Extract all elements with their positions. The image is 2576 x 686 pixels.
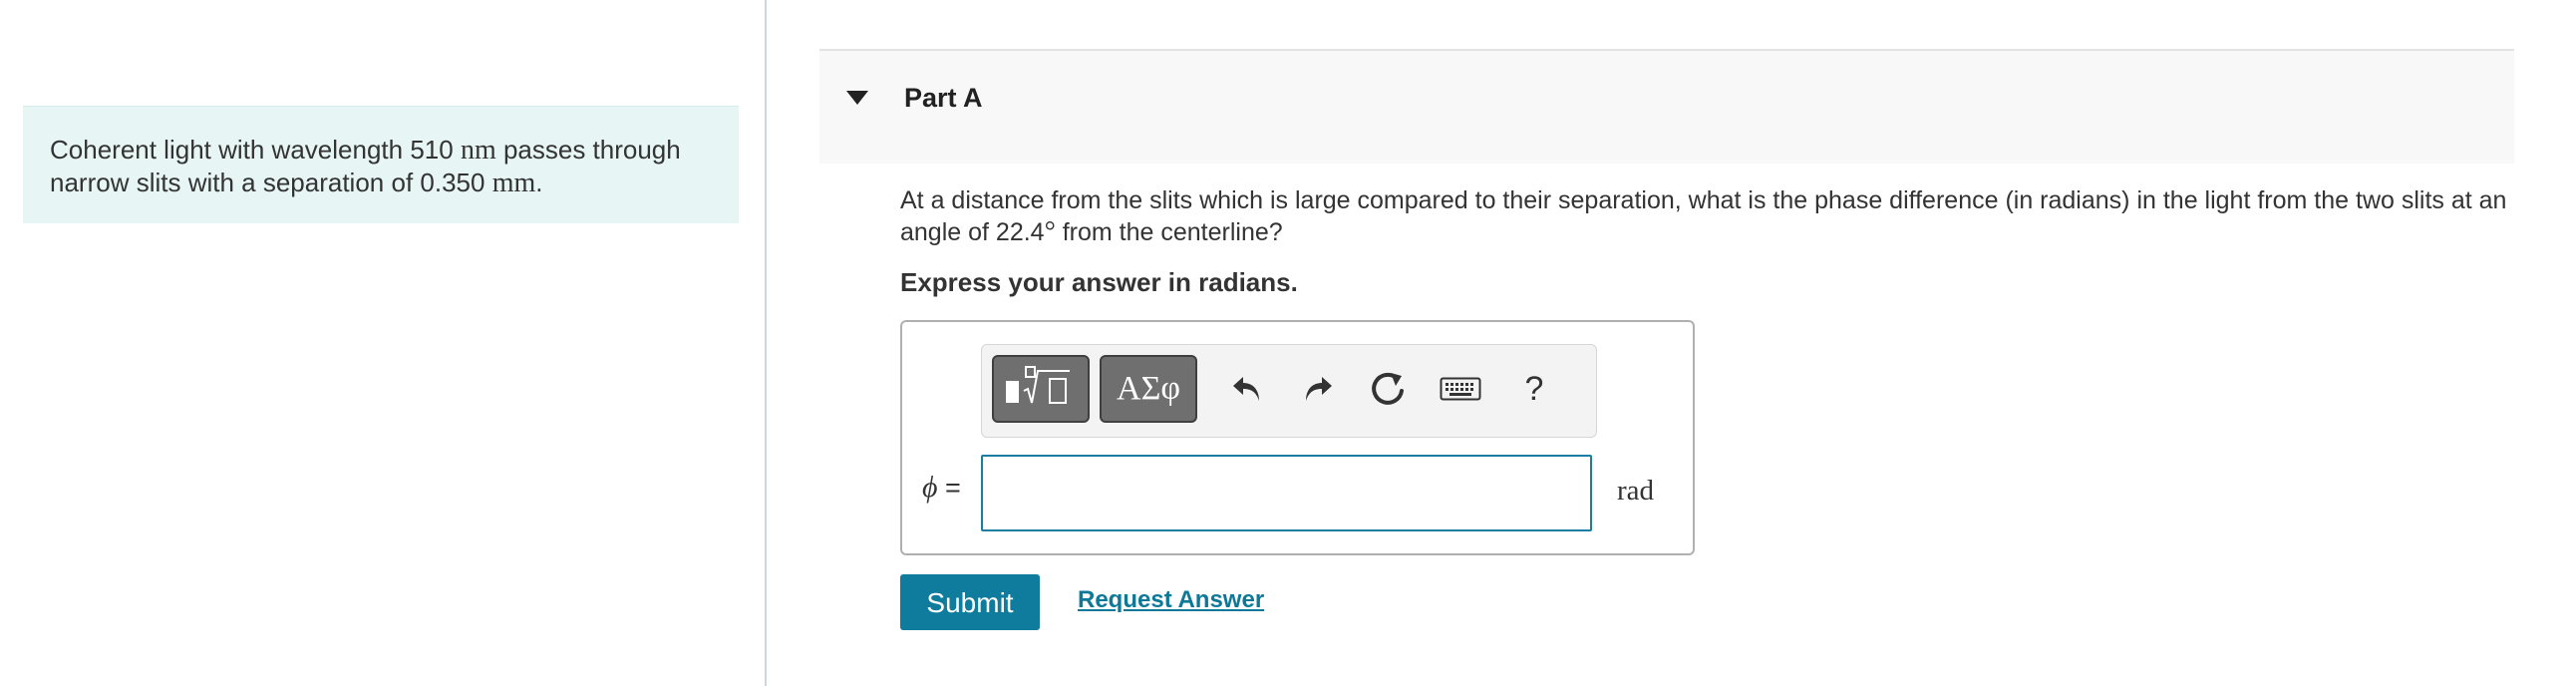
unit-label: rad	[1617, 475, 1655, 507]
question-text-2: from the centerline?	[1055, 218, 1283, 246]
wavelength-unit: nm	[460, 135, 496, 166]
problem-page: Coherent light with wavelength 510 nm pa…	[0, 0, 2576, 686]
intro-text-end: .	[535, 168, 543, 197]
undo-icon	[1233, 377, 1259, 401]
part-title: Part A	[904, 83, 983, 113]
submit-button[interactable]: Submit	[900, 574, 1040, 630]
answer-label: ϕ =	[922, 471, 961, 505]
equals-sign: =	[937, 473, 961, 503]
request-answer-link[interactable]: Request Answer	[1078, 586, 1264, 614]
phi-symbol: ϕ	[922, 471, 938, 504]
problem-intro: Coherent light with wavelength 510 nm pa…	[23, 106, 739, 223]
caret-down-icon[interactable]	[846, 91, 868, 105]
redo-button[interactable]	[1292, 363, 1344, 415]
undo-button[interactable]	[1221, 363, 1273, 415]
question-text: At a distance from the slits which is la…	[900, 184, 2515, 248]
intro-text-1: Coherent light with wavelength 510	[50, 135, 461, 165]
reset-icon	[1372, 372, 1404, 405]
degree-symbol: °	[1044, 216, 1056, 247]
column-divider	[765, 0, 767, 686]
answer-instruction: Express your answer in radians.	[900, 267, 1298, 297]
answer-input[interactable]	[981, 455, 1592, 531]
templates-icon	[1006, 366, 1070, 404]
templates-button[interactable]	[992, 355, 1090, 423]
part-header[interactable]: Part A	[819, 49, 2514, 164]
reset-button[interactable]	[1363, 363, 1415, 415]
redo-icon	[1306, 377, 1332, 401]
greek-symbols-button[interactable]: ΑΣφ	[1100, 355, 1197, 423]
keyboard-icon	[1440, 377, 1481, 401]
help-button[interactable]: ?	[1514, 363, 1554, 415]
answer-box: ΑΣφ ? ϕ = rad	[900, 320, 1695, 555]
keyboard-button[interactable]	[1435, 363, 1486, 415]
separation-unit: mm	[491, 168, 536, 198]
math-toolbar: ΑΣφ ?	[981, 344, 1597, 438]
